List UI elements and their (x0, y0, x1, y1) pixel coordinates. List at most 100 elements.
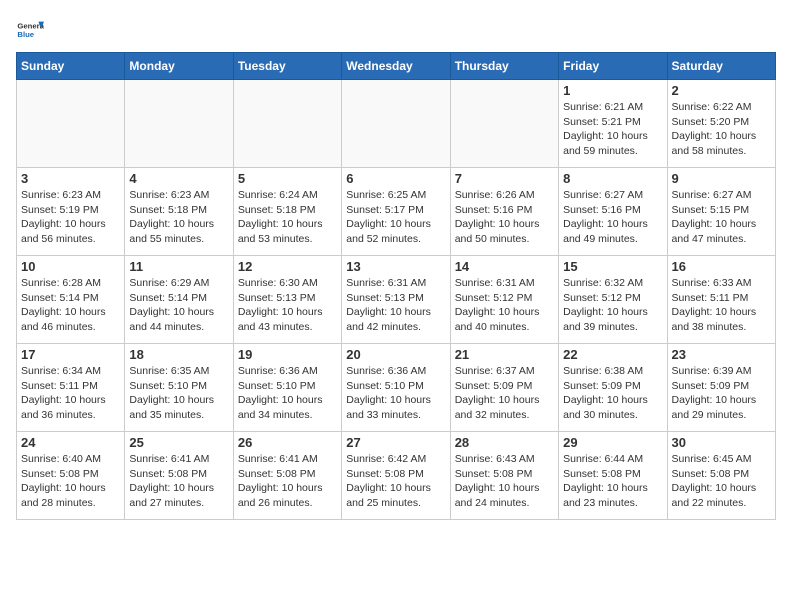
day-info: Sunrise: 6:31 AM Sunset: 5:13 PM Dayligh… (346, 276, 445, 335)
day-cell-25: 25Sunrise: 6:41 AM Sunset: 5:08 PM Dayli… (125, 432, 233, 520)
day-number: 29 (563, 435, 662, 450)
day-info: Sunrise: 6:27 AM Sunset: 5:15 PM Dayligh… (672, 188, 771, 247)
day-number: 15 (563, 259, 662, 274)
day-number: 26 (238, 435, 337, 450)
day-cell-7: 7Sunrise: 6:26 AM Sunset: 5:16 PM Daylig… (450, 168, 558, 256)
day-info: Sunrise: 6:35 AM Sunset: 5:10 PM Dayligh… (129, 364, 228, 423)
day-number: 2 (672, 83, 771, 98)
day-number: 23 (672, 347, 771, 362)
day-cell-6: 6 Sunrise: 6:25 AM Sunset: 5:17 PM Daylig… (342, 168, 450, 256)
weekday-header-tuesday: Tuesday (233, 53, 341, 80)
weekday-header-wednesday: Wednesday (342, 53, 450, 80)
day-cell-27: 27 Sunrise: 6:42 AM Sunset: 5:08 PM Dayli… (342, 432, 450, 520)
day-cell-9: 9 Sunrise: 6:27 AM Sunset: 5:15 PM Daylig… (667, 168, 775, 256)
empty-cell (342, 80, 450, 168)
day-cell-23: 23Sunrise: 6:39 AM Sunset: 5:09 PM Dayli… (667, 344, 775, 432)
day-number: 13 (346, 259, 445, 274)
day-cell-4: 4 Sunrise: 6:23 AM Sunset: 5:18 PM Daylig… (125, 168, 233, 256)
day-number: 16 (672, 259, 771, 274)
day-info: Sunrise: 6:42 AM Sunset: 5:08 PM Dayligh… (346, 452, 445, 511)
day-number: 28 (455, 435, 554, 450)
day-info: Sunrise: 6:29 AM Sunset: 5:14 PM Dayligh… (129, 276, 228, 335)
day-info: Sunrise: 6:28 AM Sunset: 5:14 PM Dayligh… (21, 276, 120, 335)
day-info: Sunrise: 6:33 AM Sunset: 5:11 PM Dayligh… (672, 276, 771, 335)
day-number: 17 (21, 347, 120, 362)
day-cell-20: 20Sunrise: 6:36 AM Sunset: 5:10 PM Dayli… (342, 344, 450, 432)
day-number: 27 (346, 435, 445, 450)
weekday-header-row: SundayMondayTuesdayWednesdayThursdayFrid… (17, 53, 776, 80)
day-number: 11 (129, 259, 228, 274)
day-cell-5: 5 Sunrise: 6:24 AM Sunset: 5:18 PM Daylig… (233, 168, 341, 256)
day-info: Sunrise: 6:44 AM Sunset: 5:08 PM Dayligh… (563, 452, 662, 511)
day-number: 21 (455, 347, 554, 362)
day-cell-19: 19 Sunrise: 6:36 AM Sunset: 5:10 PM Dayli… (233, 344, 341, 432)
week-row-1: 1 Sunrise: 6:21 AM Sunset: 5:21 PM Daylig… (17, 80, 776, 168)
empty-cell (233, 80, 341, 168)
day-info: Sunrise: 6:37 AM Sunset: 5:09 PM Dayligh… (455, 364, 554, 423)
day-cell-24: 24Sunrise: 6:40 AM Sunset: 5:08 PM Dayli… (17, 432, 125, 520)
day-info: Sunrise: 6:32 AM Sunset: 5:12 PM Dayligh… (563, 276, 662, 335)
day-info: Sunrise: 6:24 AM Sunset: 5:18 PM Dayligh… (238, 188, 337, 247)
empty-cell (125, 80, 233, 168)
day-number: 30 (672, 435, 771, 450)
logo-icon: General Blue (16, 16, 44, 44)
day-info: Sunrise: 6:36 AM Sunset: 5:10 PM Dayligh… (238, 364, 337, 423)
day-number: 25 (129, 435, 228, 450)
day-cell-30: 30 Sunrise: 6:45 AM Sunset: 5:08 PM Dayli… (667, 432, 775, 520)
empty-cell (17, 80, 125, 168)
day-info: Sunrise: 6:23 AM Sunset: 5:18 PM Dayligh… (129, 188, 228, 247)
day-number: 18 (129, 347, 228, 362)
header: General Blue (16, 16, 776, 44)
day-cell-22: 22 Sunrise: 6:38 AM Sunset: 5:09 PM Dayli… (559, 344, 667, 432)
day-cell-8: 8 Sunrise: 6:27 AM Sunset: 5:16 PM Daylig… (559, 168, 667, 256)
day-cell-29: 29 Sunrise: 6:44 AM Sunset: 5:08 PM Dayli… (559, 432, 667, 520)
weekday-header-saturday: Saturday (667, 53, 775, 80)
day-cell-10: 10Sunrise: 6:28 AM Sunset: 5:14 PM Dayli… (17, 256, 125, 344)
day-cell-13: 13 Sunrise: 6:31 AM Sunset: 5:13 PM Dayli… (342, 256, 450, 344)
logo: General Blue (16, 16, 44, 44)
day-info: Sunrise: 6:43 AM Sunset: 5:08 PM Dayligh… (455, 452, 554, 511)
day-cell-17: 17 Sunrise: 6:34 AM Sunset: 5:11 PM Dayli… (17, 344, 125, 432)
day-info: Sunrise: 6:38 AM Sunset: 5:09 PM Dayligh… (563, 364, 662, 423)
day-info: Sunrise: 6:31 AM Sunset: 5:12 PM Dayligh… (455, 276, 554, 335)
day-number: 19 (238, 347, 337, 362)
weekday-header-friday: Friday (559, 53, 667, 80)
day-info: Sunrise: 6:27 AM Sunset: 5:16 PM Dayligh… (563, 188, 662, 247)
day-number: 3 (21, 171, 120, 186)
day-info: Sunrise: 6:45 AM Sunset: 5:08 PM Dayligh… (672, 452, 771, 511)
day-info: Sunrise: 6:36 AM Sunset: 5:10 PM Dayligh… (346, 364, 445, 423)
day-cell-12: 12Sunrise: 6:30 AM Sunset: 5:13 PM Dayli… (233, 256, 341, 344)
day-number: 9 (672, 171, 771, 186)
week-row-4: 17 Sunrise: 6:34 AM Sunset: 5:11 PM Dayli… (17, 344, 776, 432)
day-info: Sunrise: 6:21 AM Sunset: 5:21 PM Dayligh… (563, 100, 662, 159)
weekday-header-thursday: Thursday (450, 53, 558, 80)
weekday-header-sunday: Sunday (17, 53, 125, 80)
day-info: Sunrise: 6:34 AM Sunset: 5:11 PM Dayligh… (21, 364, 120, 423)
day-cell-14: 14Sunrise: 6:31 AM Sunset: 5:12 PM Dayli… (450, 256, 558, 344)
week-row-2: 3 Sunrise: 6:23 AM Sunset: 5:19 PM Daylig… (17, 168, 776, 256)
day-cell-21: 21 Sunrise: 6:37 AM Sunset: 5:09 PM Dayli… (450, 344, 558, 432)
day-cell-11: 11 Sunrise: 6:29 AM Sunset: 5:14 PM Dayli… (125, 256, 233, 344)
day-info: Sunrise: 6:41 AM Sunset: 5:08 PM Dayligh… (238, 452, 337, 511)
day-info: Sunrise: 6:23 AM Sunset: 5:19 PM Dayligh… (21, 188, 120, 247)
day-info: Sunrise: 6:30 AM Sunset: 5:13 PM Dayligh… (238, 276, 337, 335)
week-row-5: 24Sunrise: 6:40 AM Sunset: 5:08 PM Dayli… (17, 432, 776, 520)
day-cell-3: 3 Sunrise: 6:23 AM Sunset: 5:19 PM Daylig… (17, 168, 125, 256)
day-number: 8 (563, 171, 662, 186)
day-cell-16: 16 Sunrise: 6:33 AM Sunset: 5:11 PM Dayli… (667, 256, 775, 344)
weekday-header-monday: Monday (125, 53, 233, 80)
day-cell-1: 1 Sunrise: 6:21 AM Sunset: 5:21 PM Daylig… (559, 80, 667, 168)
day-number: 4 (129, 171, 228, 186)
day-cell-28: 28 Sunrise: 6:43 AM Sunset: 5:08 PM Dayli… (450, 432, 558, 520)
day-number: 6 (346, 171, 445, 186)
calendar-table: SundayMondayTuesdayWednesdayThursdayFrid… (16, 52, 776, 520)
day-info: Sunrise: 6:25 AM Sunset: 5:17 PM Dayligh… (346, 188, 445, 247)
day-cell-26: 26 Sunrise: 6:41 AM Sunset: 5:08 PM Dayli… (233, 432, 341, 520)
day-number: 22 (563, 347, 662, 362)
day-cell-15: 15 Sunrise: 6:32 AM Sunset: 5:12 PM Dayli… (559, 256, 667, 344)
day-number: 7 (455, 171, 554, 186)
svg-text:Blue: Blue (17, 30, 34, 39)
day-number: 5 (238, 171, 337, 186)
day-number: 1 (563, 83, 662, 98)
empty-cell (450, 80, 558, 168)
